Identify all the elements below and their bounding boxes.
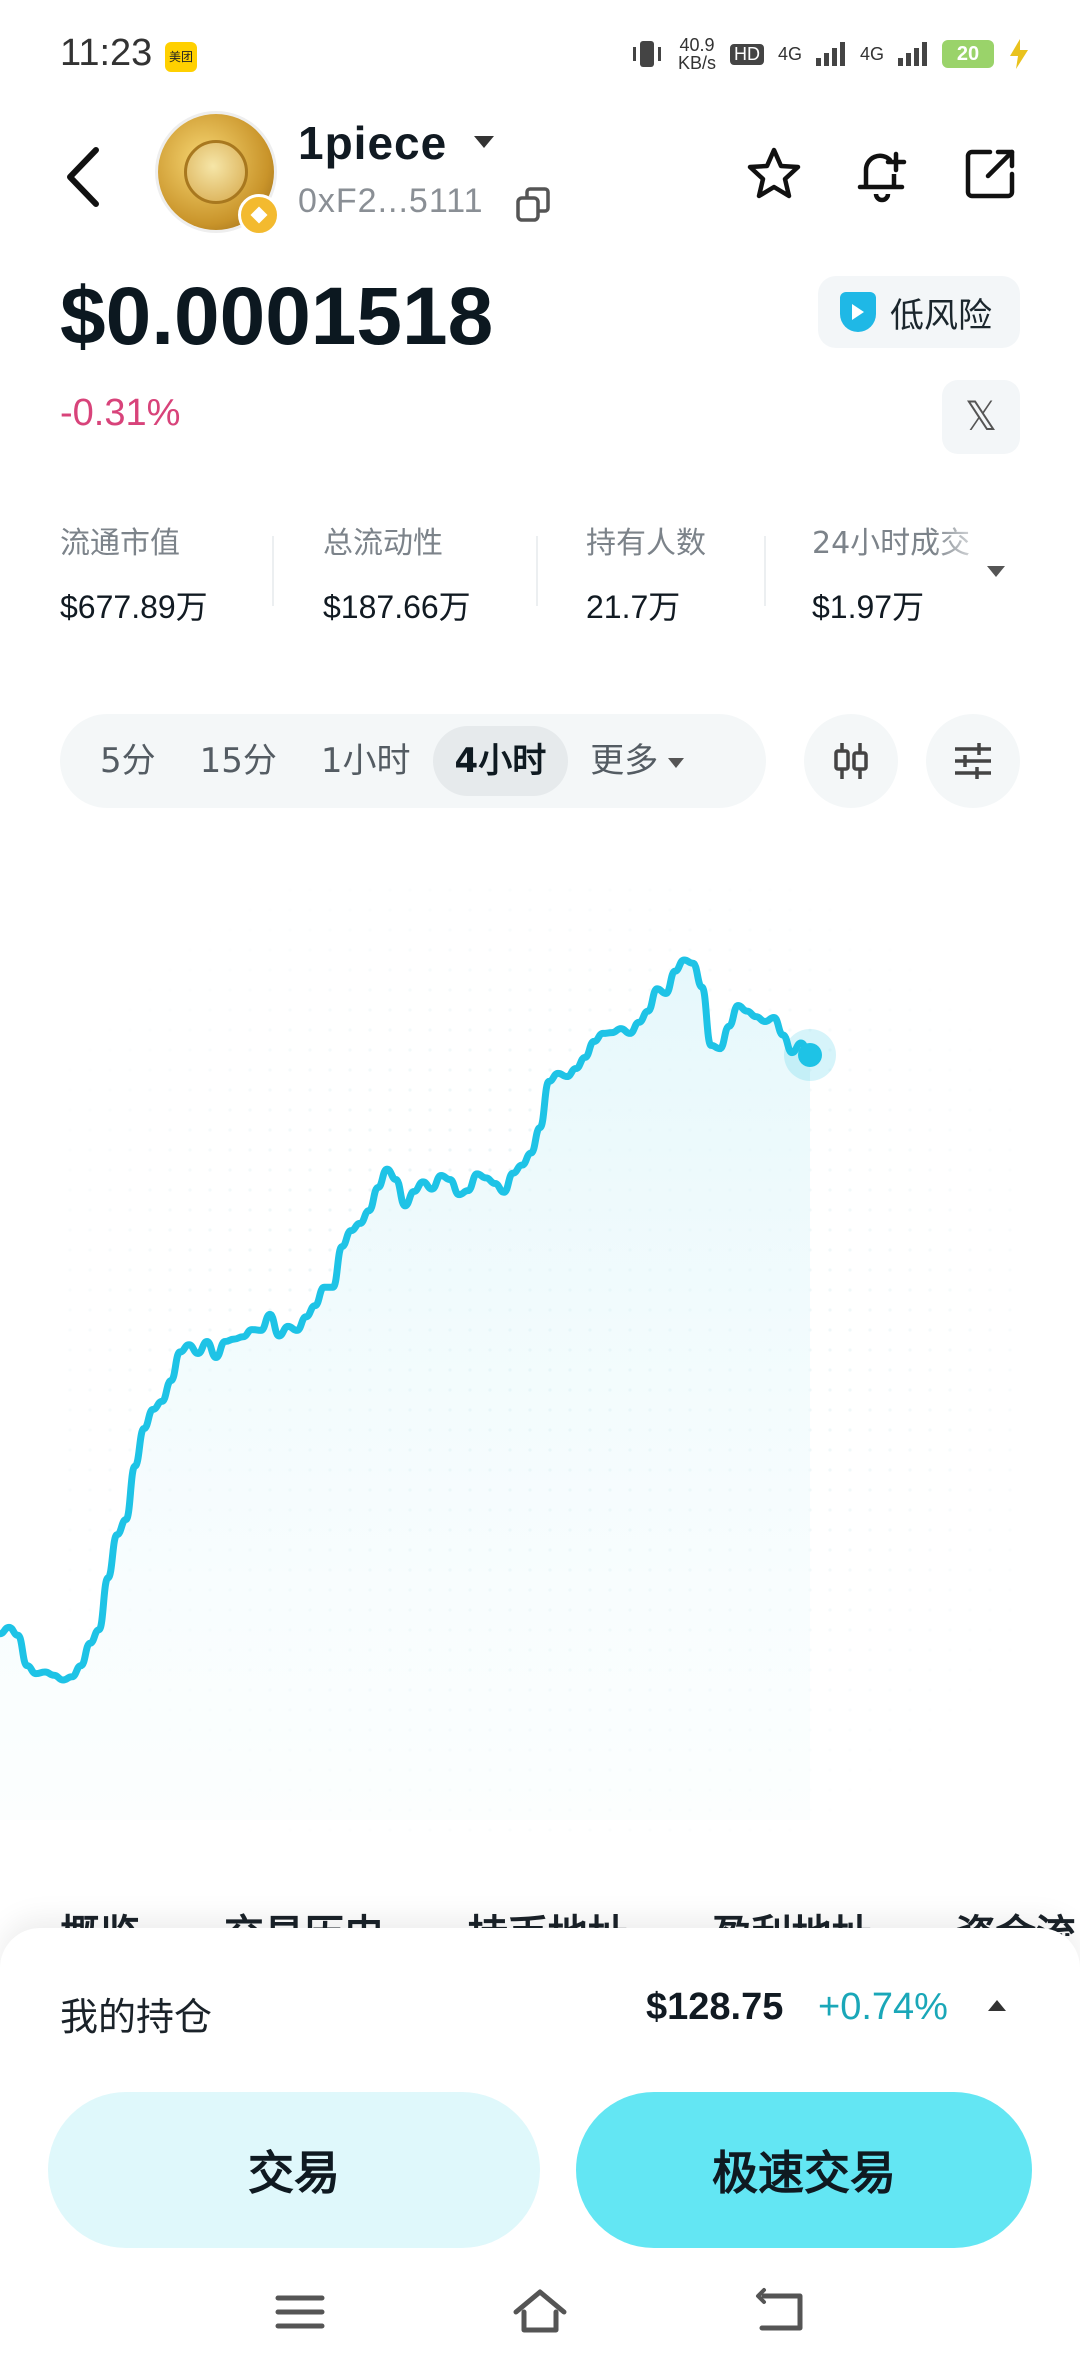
stat-label: 持有人数: [586, 526, 706, 561]
divider: [764, 536, 766, 606]
sliders-icon: [955, 743, 991, 779]
candlestick-toggle-button[interactable]: [804, 714, 898, 808]
vibrate-icon: [632, 41, 661, 67]
stat-market-cap: 流通市值 $677.89万: [60, 518, 323, 628]
token-name[interactable]: 1piece: [298, 116, 447, 170]
system-nav-bar: [0, 2262, 1080, 2376]
holding-value: $128.75: [646, 1986, 784, 2028]
stat-value: 21.7万: [586, 589, 681, 625]
status-time: 11:23: [60, 32, 153, 74]
copy-icon[interactable]: [514, 186, 552, 224]
menu-icon[interactable]: [270, 2282, 330, 2342]
status-indicators: 40.9 KB/s HD 4G 4G 20: [630, 36, 1030, 72]
risk-badge[interactable]: 低风险: [818, 276, 1020, 348]
star-icon[interactable]: [744, 144, 804, 204]
stat-24h-volume: 24小时成交 $1.97万: [812, 518, 992, 628]
token-address: 0xF2...5111: [298, 182, 484, 220]
timeframe-15m[interactable]: 15分: [178, 726, 299, 796]
stat-label: 总流动性: [323, 526, 443, 561]
share-icon[interactable]: [960, 144, 1020, 204]
price-chart[interactable]: [0, 860, 1080, 1860]
stats-expand-caret-icon[interactable]: [987, 566, 1005, 577]
back-arrow-icon[interactable]: [60, 142, 110, 212]
charging-icon: [1010, 39, 1028, 69]
token-header: 1piece 0xF2...5111: [0, 110, 1080, 240]
candlestick-icon: [834, 743, 868, 779]
holding-change: +0.74%: [818, 1986, 948, 2028]
token-avatar: [158, 114, 280, 236]
meituan-notification-icon: 美团: [165, 42, 197, 72]
timeframe-4h[interactable]: 4小时: [432, 726, 569, 796]
divider: [272, 536, 274, 606]
fast-trade-button[interactable]: 极速交易: [576, 2092, 1032, 2248]
timeframe-1h[interactable]: 1小时: [299, 726, 433, 796]
trade-button[interactable]: 交易: [48, 2092, 540, 2248]
my-holding-label: 我的持仓: [60, 1995, 213, 2039]
timeframe-selector: 5分 15分 1小时 4小时 更多: [60, 714, 766, 808]
stat-value: $1.97万: [812, 589, 925, 625]
timeframe-more-label: 更多: [590, 741, 659, 781]
hd-icon: HD: [729, 43, 764, 65]
token-stats: 流通市值 $677.89万 总流动性 $187.66万 持有人数 21.7万 2…: [60, 518, 1020, 628]
stat-label: 流通市值: [60, 526, 180, 561]
price-alert-bell-icon[interactable]: [852, 144, 912, 204]
chevron-up-icon[interactable]: [988, 2000, 1006, 2011]
chevron-down-icon: [668, 757, 685, 768]
net-speed: 40.9 KB/s: [677, 35, 716, 73]
back-nav-icon[interactable]: [750, 2282, 810, 2342]
stat-value: $677.89万: [60, 589, 208, 625]
home-icon[interactable]: [510, 2282, 570, 2342]
shield-icon: [840, 292, 876, 332]
price-change: -0.31%: [60, 392, 181, 434]
token-switch-caret-icon[interactable]: [474, 136, 494, 148]
stat-label: 24小时成交: [812, 526, 971, 561]
last-price-point: [798, 1042, 822, 1067]
stat-holders: 持有人数 21.7万: [586, 518, 812, 628]
timeframe-5m[interactable]: 5分: [78, 726, 178, 796]
x-twitter-button[interactable]: 𝕏: [942, 380, 1020, 454]
signal-bars-icon: [815, 42, 845, 66]
stat-value: $187.66万: [323, 589, 471, 625]
risk-label: 低风险: [890, 295, 992, 336]
bnb-chain-icon: [238, 194, 280, 236]
battery-icon: 20: [942, 40, 994, 68]
price-line-chart: [0, 880, 1020, 1840]
coin-logo: [184, 140, 248, 204]
signal-bars-icon-2: [898, 42, 927, 66]
status-bar: 11:23 美团 40.9 KB/s HD 4G 4G 20: [0, 0, 1080, 110]
timeframe-more[interactable]: 更多: [568, 726, 706, 796]
token-price: $0.0001518: [60, 271, 494, 362]
signal-4g-icon-2: 4G: [859, 43, 884, 64]
chart-settings-button[interactable]: [926, 714, 1020, 808]
divider: [536, 536, 538, 606]
stat-liquidity: 总流动性 $187.66万: [323, 518, 586, 628]
signal-4g-icon: 4G: [777, 43, 802, 64]
